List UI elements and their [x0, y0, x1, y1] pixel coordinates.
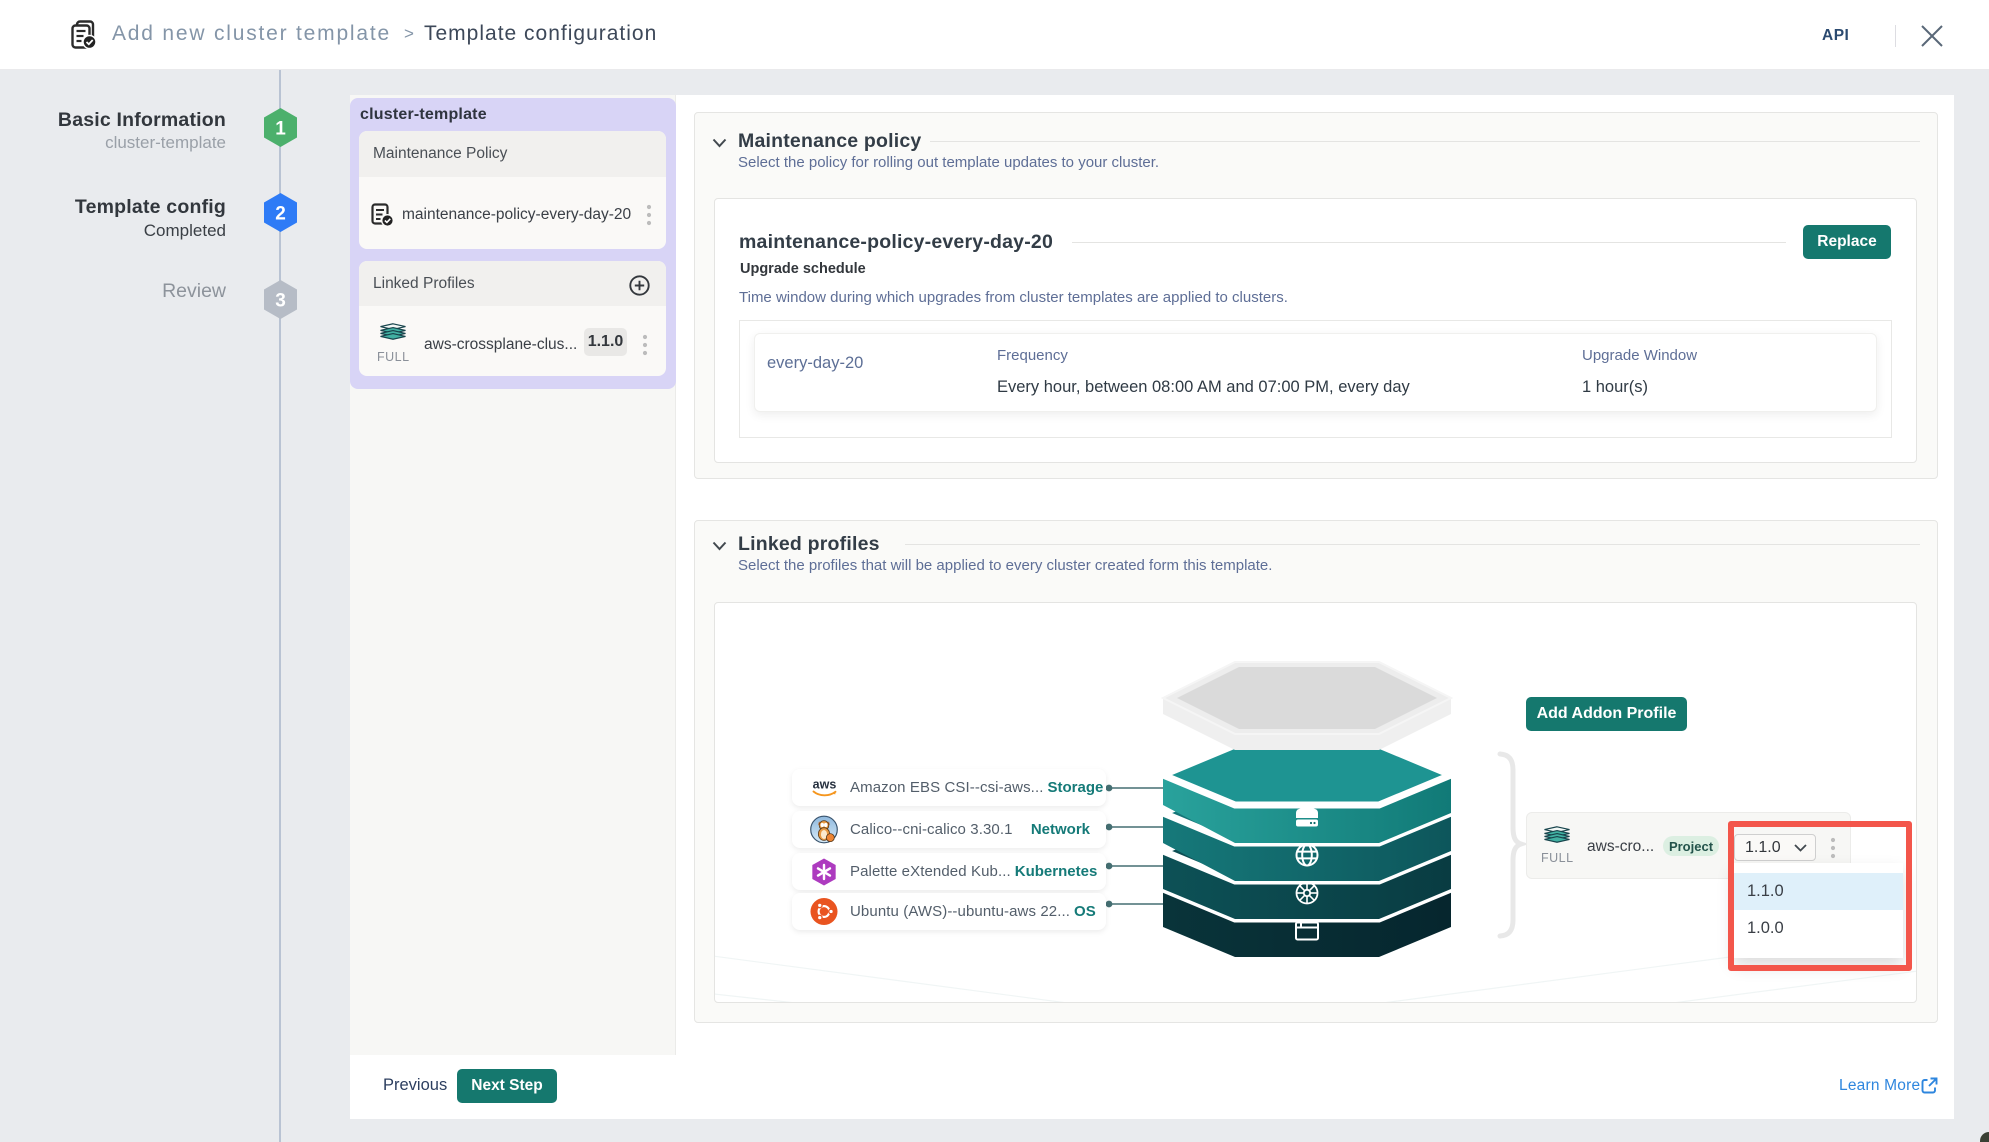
svg-text:3: 3	[275, 291, 286, 312]
svg-text:1: 1	[275, 119, 286, 140]
svg-text:aws: aws	[812, 777, 836, 791]
svg-text:2: 2	[275, 204, 286, 225]
